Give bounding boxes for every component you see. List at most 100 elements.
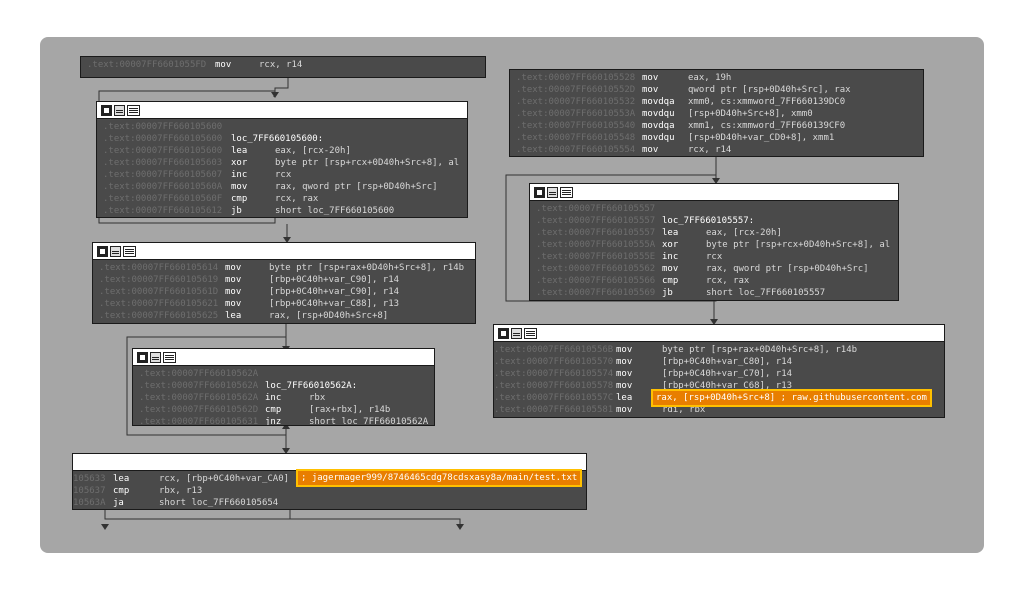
node-list-icon[interactable] bbox=[524, 327, 537, 339]
operand: eax, 19h bbox=[688, 73, 732, 83]
asm-line[interactable]: .text:00007FF660105566 cmp rcx, rax bbox=[530, 275, 898, 287]
node-graph-icon[interactable] bbox=[547, 186, 558, 198]
operand: rbx, r13 bbox=[159, 486, 203, 496]
mnemonic: inc bbox=[231, 170, 248, 180]
asm-line[interactable]: .text:00007FF66010560A mov rax, qword ptr … bbox=[97, 181, 467, 193]
address: .text:00007FF660105570 bbox=[494, 357, 614, 367]
node-graph-icon[interactable] bbox=[114, 104, 125, 116]
asm-line[interactable]: .text:00007FF66010562A loc_7FF66010562A: bbox=[133, 380, 434, 392]
operand: rbx bbox=[309, 393, 326, 403]
asm-line[interactable]: .text:00007FF66010562D cmp [rax+rbx], r14b bbox=[133, 404, 434, 416]
asm-line[interactable]: .text:00007FF6601055FD mov rcx, r14 bbox=[81, 59, 485, 71]
asm-line[interactable]: .text:00007FF660105574 mov [rbp+0C40h+var_… bbox=[494, 368, 944, 380]
asm-line[interactable]: .text:00007FF660105600 lea eax, [rcx-20h] bbox=[97, 145, 467, 157]
asm-line[interactable]: .text:00007FF660105557 loc_7FF660105557: bbox=[530, 215, 898, 227]
node-color-icon[interactable] bbox=[97, 245, 108, 257]
asm-line[interactable]: .text:00007FF66010555E inc rcx bbox=[530, 251, 898, 263]
asm-line[interactable]: .text:00007FF660105570 mov [rbp+0C40h+var_… bbox=[494, 356, 944, 368]
address: 105637 bbox=[73, 486, 106, 496]
asm-line[interactable]: .text:00007FF66010552D mov qword ptr [rsp+… bbox=[510, 84, 923, 96]
address: .text:00007FF66010562A bbox=[139, 393, 259, 403]
node-color-icon[interactable] bbox=[101, 104, 112, 116]
address: .text:00007FF660105621 bbox=[99, 299, 219, 309]
asm-line[interactable]: .text:00007FF66010561D mov [rbp+0C40h+var_… bbox=[93, 286, 475, 298]
asm-line[interactable]: .text:00007FF660105557 lea eax, [rcx-20h] bbox=[530, 227, 898, 239]
operand: [rbp+0C40h+var_C70], r14 bbox=[662, 369, 793, 379]
asm-line[interactable]: .text:00007FF660105557 bbox=[530, 203, 898, 215]
basic-block-loc-600[interactable]: .text:00007FF660105600 .text:00007FF6601… bbox=[96, 101, 468, 218]
asm-line[interactable]: .text:00007FF660105548 movdqu [rsp+0D40h+v… bbox=[510, 132, 923, 144]
node-color-icon[interactable] bbox=[498, 327, 509, 339]
basic-block-loc-62a[interactable]: .text:00007FF66010562A .text:00007FF6601… bbox=[132, 348, 435, 426]
operand: rcx, r14 bbox=[688, 145, 732, 155]
operand: eax, [rcx-20h] bbox=[706, 228, 782, 238]
address: .text:00007FF66010562A bbox=[139, 381, 259, 391]
address: .text:00007FF66010552D bbox=[516, 85, 636, 95]
address: .text:00007FF660105566 bbox=[536, 276, 656, 286]
asm-line[interactable]: .text:00007FF660105562 mov rax, qword ptr … bbox=[530, 263, 898, 275]
asm-line[interactable]: .text:00007FF660105612 jb short loc_7FF660… bbox=[97, 205, 467, 217]
highlighted-string-url[interactable]: rax, [rsp+0D40h+Src+8] ; raw.githubuserc… bbox=[651, 389, 932, 407]
node-list-icon[interactable] bbox=[123, 245, 136, 257]
address: .text:00007FF660105581 bbox=[494, 405, 614, 415]
mnemonic: cmp bbox=[113, 486, 130, 496]
asm-line[interactable]: .text:00007FF66010562A bbox=[133, 368, 434, 380]
asm-line[interactable]: .text:00007FF660105614 mov byte ptr [rsp+r… bbox=[93, 262, 475, 274]
mnemonic: mov bbox=[662, 264, 679, 274]
operand: qword ptr [rsp+0D40h+Src], rax bbox=[688, 85, 851, 95]
highlighted-string-path[interactable]: ; jagermager999/8746465cdg78cdsxasy8a/ma… bbox=[296, 469, 583, 487]
node-color-icon[interactable] bbox=[137, 351, 148, 363]
asm-line[interactable]: .text:00007FF660105554 mov rcx, r14 bbox=[510, 144, 923, 156]
asm-line[interactable]: .text:00007FF66010556B mov byte ptr [rsp+r… bbox=[494, 344, 944, 356]
node-graph-icon[interactable] bbox=[110, 245, 121, 257]
asm-line[interactable]: .text:00007FF660105540 movdqa xmm1, cs:xmm… bbox=[510, 120, 923, 132]
mnemonic: mov bbox=[616, 357, 633, 367]
node-graph-icon[interactable] bbox=[511, 327, 522, 339]
basic-block-56b[interactable]: .text:00007FF66010556B mov byte ptr [rsp+r… bbox=[493, 324, 945, 418]
basic-block-loc-557[interactable]: .text:00007FF660105557 .text:00007FF6601… bbox=[529, 183, 899, 301]
asm-line[interactable]: .text:00007FF660105603 xor byte ptr [rsp+r… bbox=[97, 157, 467, 169]
node-color-icon[interactable] bbox=[534, 186, 545, 198]
block-lines: .text:00007FF66010562A .text:00007FF6601… bbox=[133, 366, 434, 425]
node-list-icon[interactable] bbox=[163, 351, 176, 363]
basic-block-5fd[interactable]: .text:00007FF6601055FD mov rcx, r14 bbox=[80, 56, 486, 78]
asm-line[interactable]: .text:00007FF660105528 mov eax, 19h bbox=[510, 72, 923, 84]
operand: rcx bbox=[706, 252, 723, 262]
asm-line[interactable]: .text:00007FF660105625 lea rax, [rsp+0D40h… bbox=[93, 310, 475, 322]
code-label: loc_7FF66010562A: bbox=[265, 381, 358, 391]
operand: [rsp+0D40h+Src+8], xmm0 bbox=[688, 109, 813, 119]
asm-line[interactable]: .text:00007FF66010560F cmp rcx, rax bbox=[97, 193, 467, 205]
basic-block-633[interactable]: 105633 lea rcx, [rbp+0C40h+var_CA0] 105637… bbox=[72, 453, 587, 510]
mnemonic: movdqu bbox=[642, 109, 675, 119]
operand: rcx, rax bbox=[706, 276, 750, 286]
asm-line[interactable]: .text:00007FF66010562A inc rbx bbox=[133, 392, 434, 404]
mnemonic: mov bbox=[616, 369, 633, 379]
asm-line[interactable]: .text:00007FF660105621 mov [rbp+0C40h+var_… bbox=[93, 298, 475, 310]
node-titlebar bbox=[494, 325, 944, 342]
asm-line[interactable]: .text:00007FF660105631 jnz short loc_7FF66… bbox=[133, 416, 434, 425]
asm-line[interactable]: .text:00007FF660105532 movdqa xmm0, cs:xmm… bbox=[510, 96, 923, 108]
mnemonic: movdqa bbox=[642, 97, 675, 107]
operand: rcx, rax bbox=[275, 194, 319, 204]
mnemonic: jb bbox=[231, 206, 242, 216]
asm-line[interactable]: .text:00007FF660105619 mov [rbp+0C40h+var_… bbox=[93, 274, 475, 286]
mnemonic: ja bbox=[113, 498, 124, 508]
node-graph-icon[interactable] bbox=[150, 351, 161, 363]
asm-line[interactable]: .text:00007FF660105600 bbox=[97, 121, 467, 133]
asm-line[interactable]: .text:00007FF660105607 inc rcx bbox=[97, 169, 467, 181]
asm-line[interactable]: .text:00007FF66010553A movdqu [rsp+0D40h+S… bbox=[510, 108, 923, 120]
asm-line[interactable]: .text:00007FF660105569 jb short loc_7FF660… bbox=[530, 287, 898, 299]
node-list-icon[interactable] bbox=[127, 104, 140, 116]
asm-line[interactable]: .text:00007FF660105600 loc_7FF660105600: bbox=[97, 133, 467, 145]
asm-line[interactable]: .text:00007FF66010555A xor byte ptr [rsp+r… bbox=[530, 239, 898, 251]
mnemonic: mov bbox=[616, 345, 633, 355]
basic-block-614[interactable]: .text:00007FF660105614 mov byte ptr [rsp+r… bbox=[92, 242, 476, 324]
ida-graph-view[interactable]: .text:00007FF6601055FD mov rcx, r14 .tex… bbox=[40, 37, 984, 553]
operand: byte ptr [rsp+rax+0D40h+Src+8], r14b bbox=[269, 263, 465, 273]
mnemonic: lea bbox=[225, 311, 242, 321]
basic-block-528[interactable]: .text:00007FF660105528 mov eax, 19h .text:… bbox=[509, 69, 924, 157]
mnemonic: mov bbox=[616, 405, 633, 415]
mnemonic: mov bbox=[215, 60, 232, 70]
asm-line[interactable]: 10563A ja short loc_7FF660105654 bbox=[73, 497, 586, 509]
node-list-icon[interactable] bbox=[560, 186, 573, 198]
